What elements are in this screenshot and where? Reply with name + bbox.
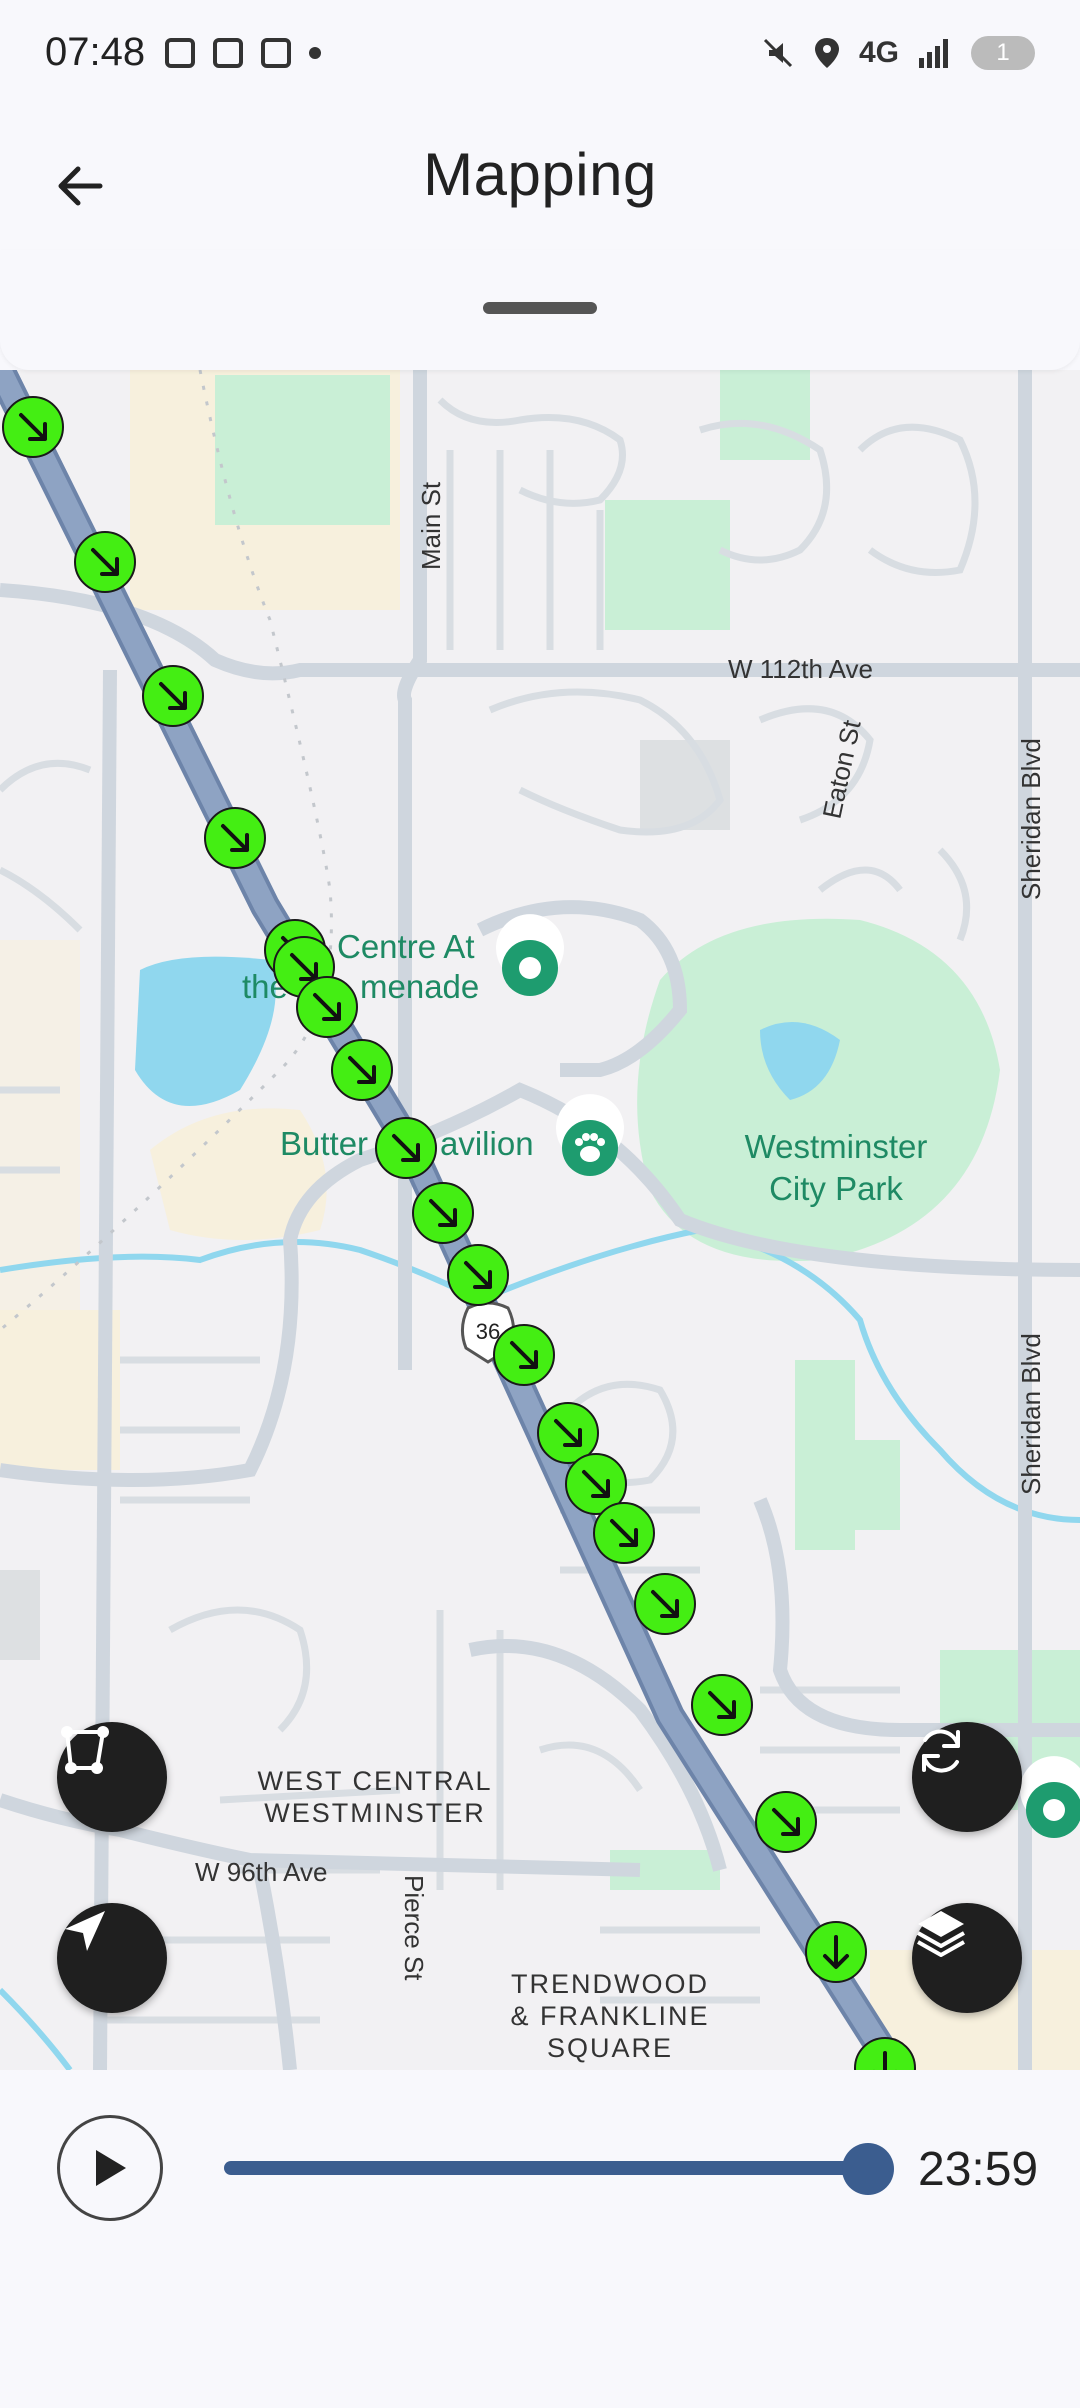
area-west-central-1: WEST CENTRAL bbox=[257, 1766, 492, 1796]
signal-icon bbox=[919, 39, 948, 68]
area-trendwood-1: TRENDWOOD bbox=[511, 1969, 709, 1999]
status-right-icons: 4G 1 bbox=[761, 36, 1035, 70]
route-marker[interactable] bbox=[2, 396, 64, 458]
status-time: 07:48 bbox=[45, 30, 146, 74]
area-west-central-2: WESTMINSTER bbox=[264, 1798, 486, 1828]
layers-button[interactable] bbox=[912, 1903, 1022, 2013]
creek bbox=[0, 1987, 73, 2070]
play-button[interactable] bbox=[57, 2115, 163, 2221]
playback-bar: 23:59 bbox=[0, 2070, 1080, 2270]
location-icon bbox=[814, 38, 839, 68]
park-label-line2: City Park bbox=[769, 1170, 903, 1207]
route-marker[interactable] bbox=[493, 1324, 555, 1386]
screenshot-icon bbox=[213, 38, 243, 68]
bottom-sheet-header bbox=[0, 250, 1080, 370]
route-marker[interactable] bbox=[74, 531, 136, 593]
more-dot-icon bbox=[309, 47, 321, 59]
poi-pin-centre[interactable] bbox=[496, 914, 564, 996]
poi-centre-line1: Centre At bbox=[337, 928, 475, 965]
route-marker[interactable] bbox=[375, 1117, 437, 1179]
city-park-area bbox=[637, 918, 1000, 1262]
park-area bbox=[215, 375, 390, 525]
mute-icon bbox=[763, 38, 793, 68]
notification-icon bbox=[165, 38, 195, 68]
route-shield-label: 36 bbox=[476, 1319, 500, 1344]
battery-icon: 1 bbox=[971, 36, 1035, 70]
refresh-button[interactable] bbox=[912, 1722, 1022, 1832]
time-slider-track[interactable] bbox=[224, 2161, 864, 2175]
label-sheridan-bottom: Sheridan Blvd bbox=[1016, 1333, 1046, 1495]
route-marker[interactable] bbox=[204, 807, 266, 869]
building-area bbox=[0, 1570, 40, 1660]
area-trendwood-2: & FRANKLINE bbox=[510, 2001, 709, 2031]
drag-handle[interactable] bbox=[483, 302, 597, 314]
status-bar: 07:48 4G 1 bbox=[0, 0, 1080, 110]
battery-level: 1 bbox=[996, 39, 1010, 66]
status-left-icons bbox=[165, 38, 321, 68]
network-label: 4G bbox=[858, 36, 899, 69]
time-slider-thumb[interactable] bbox=[842, 2143, 894, 2195]
time-label: 23:59 bbox=[918, 2143, 1039, 2196]
route-marker[interactable] bbox=[447, 1244, 509, 1306]
label-w96: W 96th Ave bbox=[195, 1857, 328, 1887]
park-label-line1: Westminster bbox=[745, 1128, 928, 1165]
locate-button[interactable] bbox=[57, 1903, 167, 2013]
route-marker[interactable] bbox=[331, 1039, 393, 1101]
park-area bbox=[605, 500, 730, 630]
park-area bbox=[720, 370, 810, 460]
label-pierce: Pierce St bbox=[399, 1875, 429, 1981]
navigation-arrow-icon bbox=[65, 1911, 105, 1951]
poi-pin-butterfly[interactable] bbox=[556, 1094, 625, 1176]
map-canvas[interactable]: Main St W 112th Ave Eaton St Sheridan Bl… bbox=[0, 370, 1080, 2070]
refresh-icon bbox=[922, 1729, 960, 1773]
route-marker[interactable] bbox=[142, 665, 204, 727]
route-marker[interactable] bbox=[805, 1921, 867, 1983]
park-area bbox=[830, 1440, 900, 1530]
calendar-icon bbox=[261, 38, 291, 68]
polygon-select-button[interactable] bbox=[57, 1722, 167, 1832]
map-view[interactable]: Main St W 112th Ave Eaton St Sheridan Bl… bbox=[0, 370, 1080, 2070]
label-main-st: Main St bbox=[416, 481, 446, 570]
polygon-select-icon bbox=[61, 1726, 109, 1774]
poi-centre-line2b: menade bbox=[360, 968, 479, 1005]
layers-icon bbox=[917, 1911, 965, 1957]
label-sheridan-top: Sheridan Blvd bbox=[1016, 738, 1046, 900]
route-marker[interactable] bbox=[691, 1674, 753, 1736]
area-trendwood-3: SQUARE bbox=[547, 2033, 673, 2063]
route-marker[interactable] bbox=[593, 1502, 655, 1564]
poi-butterfly-a: Butter bbox=[280, 1125, 368, 1162]
page-title: Mapping bbox=[423, 141, 657, 208]
route-marker[interactable] bbox=[755, 1791, 817, 1853]
route-marker[interactable] bbox=[296, 976, 358, 1038]
app-bar: Mapping bbox=[0, 110, 1080, 250]
play-icon bbox=[96, 2150, 126, 2186]
label-w112: W 112th Ave bbox=[728, 654, 873, 684]
poi-butterfly-b: avilion bbox=[440, 1125, 534, 1162]
route-marker[interactable] bbox=[634, 1573, 696, 1635]
route-marker[interactable] bbox=[412, 1182, 474, 1244]
